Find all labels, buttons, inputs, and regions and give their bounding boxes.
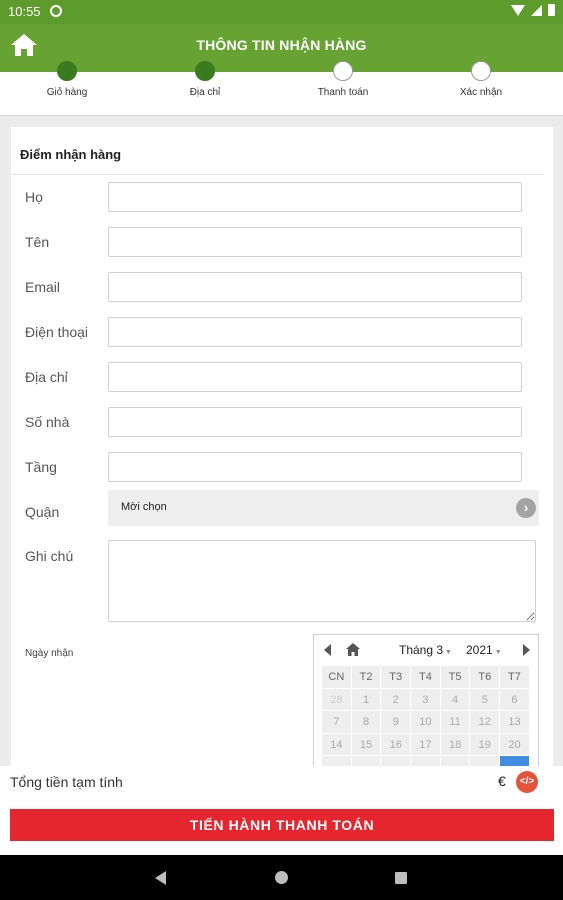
phone-label: Điện thoại: [25, 324, 89, 340]
calendar-day[interactable]: 9: [381, 711, 412, 734]
weekday-header: CN: [322, 666, 352, 689]
calendar-day[interactable]: 20: [500, 733, 530, 756]
calendar-day[interactable]: 16: [381, 733, 412, 756]
status-bar: 10:55: [0, 0, 563, 24]
calendar-day[interactable]: 10: [411, 711, 441, 734]
calendar-day[interactable]: 6: [500, 688, 530, 711]
last-name-input[interactable]: [108, 182, 522, 212]
calendar-day[interactable]: 4: [440, 688, 471, 711]
calendar-day[interactable]: 13: [500, 711, 530, 734]
divider: [11, 174, 544, 175]
caret-down-icon: ▼: [445, 649, 452, 656]
weekday-header: T3: [381, 666, 412, 689]
system-nav-bar: [0, 855, 563, 900]
subtotal-label: Tổng tiền tạm tính: [10, 774, 123, 790]
calendar-day[interactable]: 3: [411, 688, 441, 711]
calendar-day[interactable]: 17: [411, 733, 441, 756]
house-number-input[interactable]: [108, 407, 522, 437]
calendar-day[interactable]: 8: [351, 711, 382, 734]
district-select[interactable]: Mời chọn ›: [108, 490, 539, 526]
next-month-icon[interactable]: [523, 644, 530, 656]
delivery-form-card: Điểm nhận hàng Họ Tên Email Điện thoại Đ…: [11, 127, 553, 767]
weekday-header: T4: [411, 666, 441, 689]
step-dot-pending: [471, 61, 491, 81]
battery-icon: [548, 4, 555, 16]
month-select[interactable]: Tháng 3 ▼: [399, 643, 452, 657]
calendar-day[interactable]: 7: [322, 711, 352, 734]
step-label: Xác nhận: [459, 87, 503, 98]
chevron-right-icon: ›: [516, 498, 536, 518]
email-input[interactable]: [108, 272, 522, 302]
district-select-value: Mời chọn: [121, 501, 167, 513]
address-input[interactable]: [108, 362, 522, 392]
last-name-label: Họ: [25, 189, 43, 205]
checkout-steps: Giỏ hàng Địa chỉ Thanh toán Xác nhận: [0, 61, 563, 116]
step-label: Thanh toán: [317, 87, 369, 98]
weekday-header: T2: [351, 666, 382, 689]
year-select[interactable]: 2021 ▼: [466, 643, 502, 657]
calendar-day[interactable]: 19: [470, 733, 501, 756]
step-confirm[interactable]: Xác nhận: [426, 61, 536, 98]
calendar-day[interactable]: 15: [351, 733, 382, 756]
first-name-input[interactable]: [108, 227, 522, 257]
home-circle-icon[interactable]: [275, 871, 288, 884]
email-label: Email: [25, 279, 61, 295]
address-label: Địa chỉ: [25, 369, 68, 385]
weekday-header: T6: [470, 666, 501, 689]
phone-input[interactable]: [108, 317, 522, 347]
calendar-header: Tháng 3 ▼ 2021 ▼: [314, 635, 540, 665]
calendar-day[interactable]: 11: [440, 711, 471, 734]
step-dot-done: [57, 61, 77, 81]
step-cart[interactable]: Giỏ hàng: [12, 61, 122, 98]
code-icon[interactable]: </>: [516, 771, 538, 793]
page-title: THÔNG TIN NHẬN HÀNG: [196, 37, 367, 53]
subtotal-bar: Tổng tiền tạm tính € </>: [0, 766, 563, 799]
notification-icon: [50, 5, 62, 17]
first-name-label: Tên: [25, 234, 50, 250]
step-address[interactable]: Địa chỉ: [150, 61, 260, 98]
month-value: Tháng 3: [399, 643, 444, 657]
prev-month-icon[interactable]: [324, 644, 331, 656]
floor-label: Tầng: [25, 459, 57, 475]
subtotal-value: €: [498, 773, 506, 789]
calendar-day[interactable]: 2: [381, 688, 412, 711]
calendar-day[interactable]: 14: [322, 733, 352, 756]
recents-icon[interactable]: [395, 872, 407, 884]
note-label: Ghi chú: [25, 548, 74, 564]
delivery-date-label: Ngày nhận: [25, 648, 74, 659]
today-home-icon[interactable]: [346, 643, 360, 656]
note-textarea[interactable]: [108, 540, 536, 622]
step-label: Địa chỉ: [189, 87, 221, 98]
year-value: 2021: [466, 643, 493, 657]
calendar-day[interactable]: 18: [440, 733, 471, 756]
floor-input[interactable]: [108, 452, 522, 482]
step-dot-done: [195, 61, 215, 81]
weekday-header: T7: [500, 666, 530, 689]
calendar-day[interactable]: 28: [322, 688, 352, 711]
calendar-day[interactable]: 1: [351, 688, 382, 711]
signal-icon: [531, 4, 542, 16]
status-time: 10:55: [8, 4, 41, 19]
caret-down-icon: ▼: [494, 649, 502, 656]
wifi-icon: [511, 4, 525, 16]
district-label: Quận: [25, 504, 60, 520]
step-label: Giỏ hàng: [46, 87, 88, 98]
proceed-to-payment-button[interactable]: TIẾN HÀNH THANH TOÁN: [10, 809, 554, 841]
checkout-footer: TIẾN HÀNH THANH TOÁN: [0, 799, 563, 855]
step-dot-pending: [333, 61, 353, 81]
back-icon[interactable]: [155, 871, 166, 885]
weekday-header: T5: [440, 666, 471, 689]
calendar-day[interactable]: 5: [470, 688, 501, 711]
calendar-grid: CN T2 T3 T4 T5 T6 T7 28 1 2 3 4 5 6 7 8 …: [322, 666, 530, 767]
step-payment[interactable]: Thanh toán: [288, 61, 398, 98]
date-picker: Tháng 3 ▼ 2021 ▼ CN T2 T3 T4 T5 T6 T7 28 1…: [313, 634, 539, 767]
section-title: Điểm nhận hàng: [20, 147, 122, 162]
status-icons: [511, 4, 555, 16]
calendar-day[interactable]: 12: [470, 711, 501, 734]
house-number-label: Số nhà: [25, 414, 70, 430]
